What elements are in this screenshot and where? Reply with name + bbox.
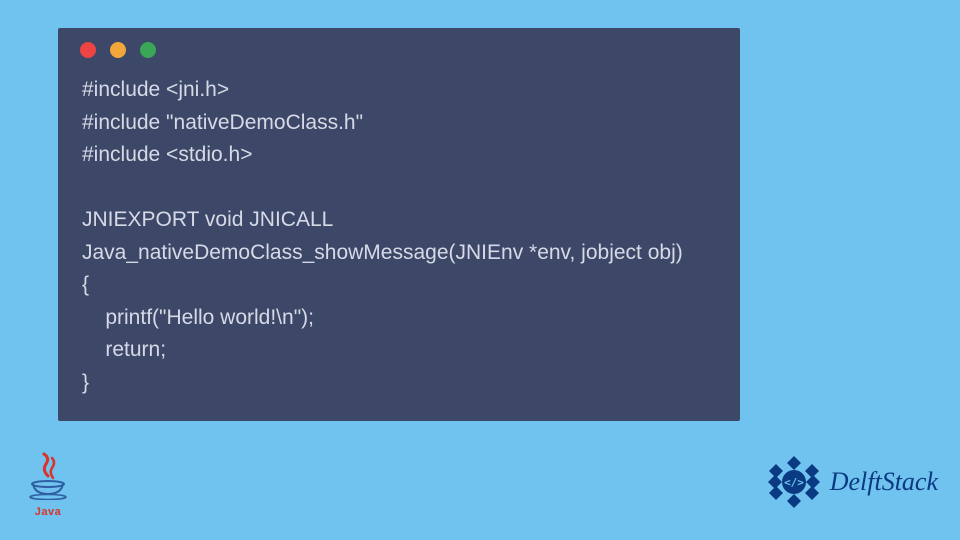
code-line: Java_nativeDemoClass_showMessage(JNIEnv … (82, 241, 683, 264)
svg-text:</>: </> (784, 476, 804, 489)
delftstack-logo: </> DelftStack (764, 452, 938, 512)
code-line: #include "nativeDemoClass.h" (82, 111, 363, 134)
delftstack-logo-text: DelftStack (830, 467, 938, 497)
java-steam-icon (34, 452, 62, 482)
code-line: printf("Hello world!\n"); (82, 306, 314, 329)
code-line: #include <jni.h> (82, 78, 229, 101)
delftstack-icon: </> (764, 452, 824, 512)
code-line: return; (82, 338, 166, 361)
window-minimize-dot (110, 42, 126, 58)
window-controls (58, 28, 740, 68)
java-logo: Java (24, 456, 72, 518)
window-close-dot (80, 42, 96, 58)
code-window: #include <jni.h> #include "nativeDemoCla… (58, 28, 740, 421)
code-block: #include <jni.h> #include "nativeDemoCla… (58, 68, 740, 407)
code-line: #include <stdio.h> (82, 143, 252, 166)
window-maximize-dot (140, 42, 156, 58)
java-cup-icon (28, 480, 68, 505)
code-line: JNIEXPORT void JNICALL (82, 208, 333, 231)
code-line: { (82, 273, 89, 296)
code-line: } (82, 371, 89, 394)
java-logo-text: Java (35, 506, 61, 518)
